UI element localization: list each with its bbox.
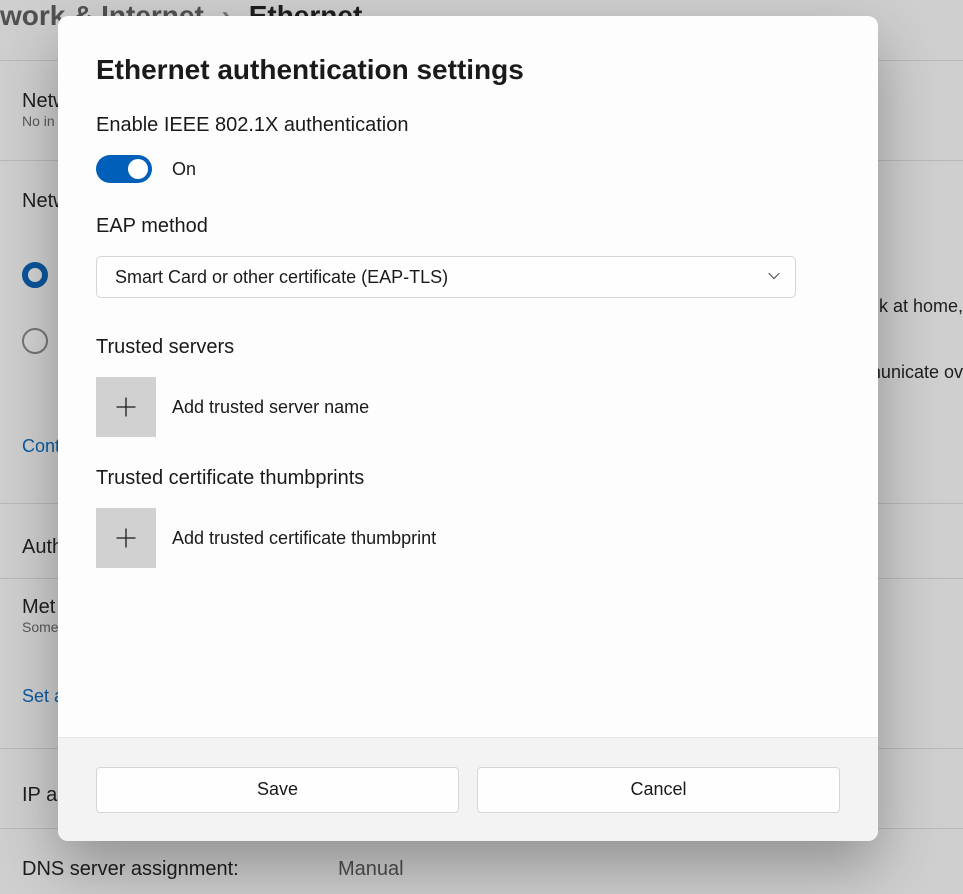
plus-icon	[114, 395, 138, 419]
add-thumbprint-button[interactable]	[96, 508, 156, 568]
enable-ieee-heading: Enable IEEE 802.1X authentication	[96, 114, 840, 137]
dialog-footer: Save Cancel	[58, 737, 878, 841]
toggle-state-label: On	[172, 159, 196, 180]
add-trusted-server-row: Add trusted server name	[96, 377, 840, 437]
add-trusted-server-button[interactable]	[96, 377, 156, 437]
add-trusted-server-label: Add trusted server name	[172, 397, 369, 418]
eap-method-dropdown[interactable]: Smart Card or other certificate (EAP-TLS…	[96, 256, 796, 298]
dialog-title: Ethernet authentication settings	[96, 54, 840, 86]
cancel-button[interactable]: Cancel	[477, 767, 840, 813]
add-thumbprint-row: Add trusted certificate thumbprint	[96, 508, 840, 568]
dialog-body: Ethernet authentication settings Enable …	[58, 16, 878, 737]
eap-method-label: EAP method	[96, 215, 840, 238]
enable-ieee-toggle[interactable]	[96, 155, 152, 183]
plus-icon	[114, 526, 138, 550]
toggle-knob	[128, 159, 148, 179]
trusted-thumbprints-heading: Trusted certificate thumbprints	[96, 467, 840, 490]
add-thumbprint-label: Add trusted certificate thumbprint	[172, 528, 436, 549]
ethernet-auth-dialog: Ethernet authentication settings Enable …	[58, 16, 878, 841]
save-button[interactable]: Save	[96, 767, 459, 813]
enable-ieee-toggle-row: On	[96, 155, 840, 183]
eap-method-group: EAP method Smart Card or other certifica…	[96, 215, 840, 298]
trusted-servers-heading: Trusted servers	[96, 336, 840, 359]
chevron-down-icon	[767, 267, 781, 288]
eap-method-value: Smart Card or other certificate (EAP-TLS…	[115, 267, 448, 288]
